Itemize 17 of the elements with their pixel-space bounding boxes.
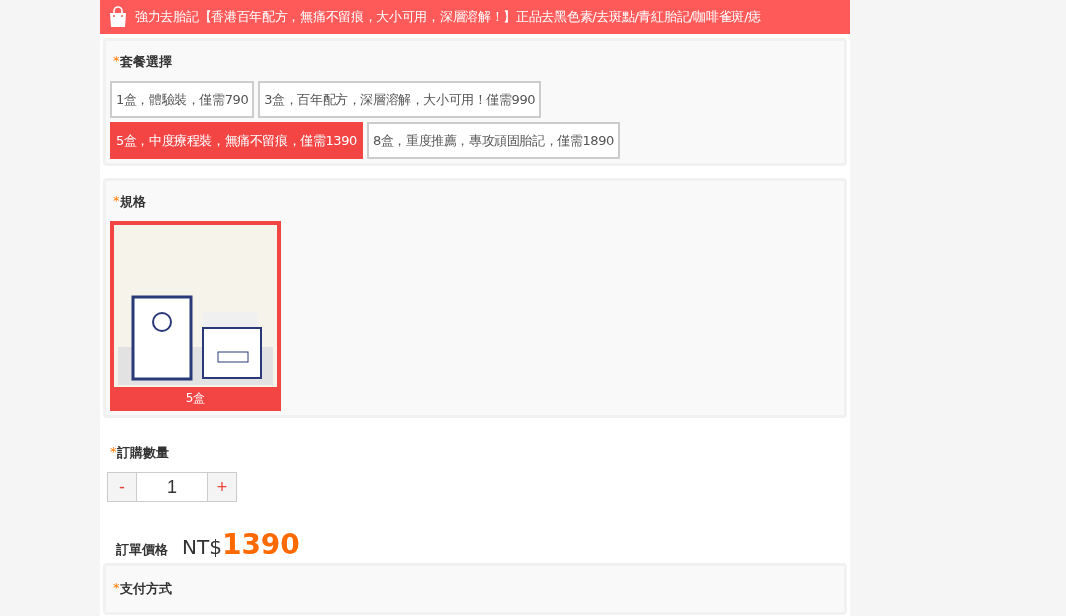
spec-option[interactable]: 5盒: [110, 221, 281, 411]
package-option[interactable]: 5盒，中度療程裝，無痛不留痕，僅需1390: [110, 122, 363, 159]
price-amount: 1390: [221, 528, 300, 561]
package-option[interactable]: 1盒，體驗裝，僅需790: [110, 81, 255, 118]
shopping-bag-icon: [107, 6, 129, 28]
decrement-button[interactable]: -: [107, 472, 137, 502]
package-option[interactable]: 3盒，百年配方，深層溶解，大小可用！僅需990: [258, 81, 542, 118]
quantity-label: *訂購數量: [109, 444, 170, 462]
spec-label: *規格: [112, 193, 147, 211]
product-title: 強力去胎記【香港百年配方，無痛不留痕，大小可用，深層溶解！】正品去黑色素/去斑點/青紅胎記/咖啡雀斑/痣: [135, 8, 761, 26]
price-label: 訂單價格: [116, 541, 168, 559]
quantity-input[interactable]: 1: [137, 472, 207, 502]
payment-label: *支付方式: [112, 580, 173, 598]
increment-button[interactable]: +: [207, 472, 237, 502]
currency: NT$: [182, 535, 222, 559]
package-option[interactable]: 8盒，重度推薦，專攻頑固胎記，僅需1890: [366, 122, 620, 159]
package-label: *套餐選擇: [112, 53, 173, 71]
